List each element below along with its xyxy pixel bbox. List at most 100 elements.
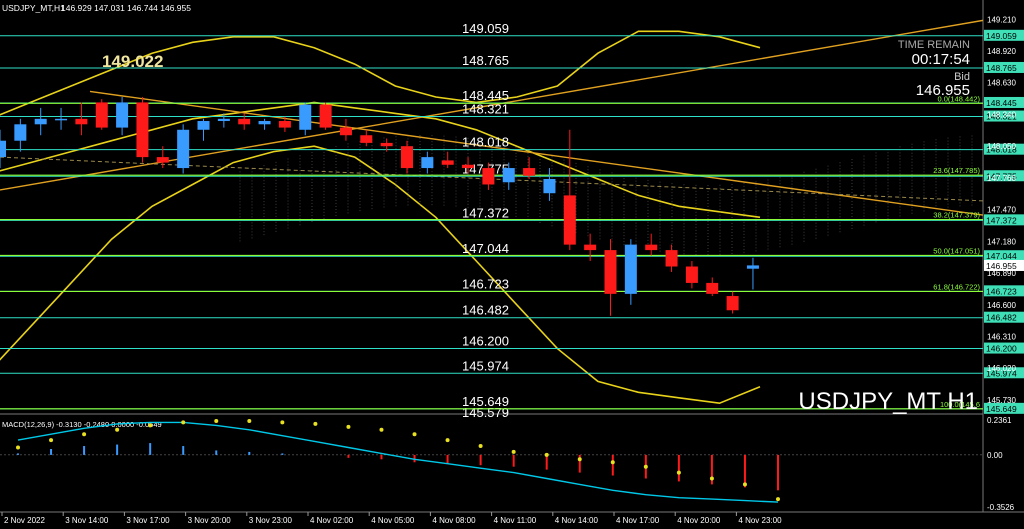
candle-body <box>14 124 27 141</box>
candle <box>95 99 108 130</box>
candle-body <box>685 266 698 283</box>
candle-body <box>401 146 413 169</box>
level-label: 145.974 <box>462 358 509 373</box>
candle-body <box>177 129 190 169</box>
macd-signal-dot <box>544 452 549 457</box>
fib-label: 61.8(146.722) <box>933 282 980 291</box>
macd-signal-dot <box>676 470 681 475</box>
macd-signal-dot <box>148 423 153 428</box>
candle-body <box>217 118 230 122</box>
price-axis-tick: 145.730 <box>987 396 1016 405</box>
time-label: 2 Nov 2022 <box>4 516 45 525</box>
candle-body <box>95 102 108 128</box>
level-label: 147.372 <box>462 205 509 220</box>
price-tag: 147.372 <box>984 214 1024 226</box>
time-label: 4 Nov 11:00 <box>494 516 537 525</box>
price-tag-text: 146.200 <box>986 344 1017 354</box>
price-tag: 146.723 <box>984 285 1024 297</box>
big-price-label: 149.022 <box>102 52 163 71</box>
macd-signal-dot <box>16 445 20 450</box>
candle-body <box>502 168 515 183</box>
price-tag-text: 146.723 <box>986 286 1017 296</box>
macd-axis-tick: 0.2361 <box>987 416 1012 425</box>
candle-body <box>360 135 373 143</box>
ohlc-info: 146.929 147.031 146.744 146.955 <box>61 3 191 13</box>
candle-body <box>116 102 129 128</box>
macd-label: MACD(12,26,9) -0.3130 -0.2480 0.0000 -0.… <box>2 420 162 429</box>
price-tag: 147.044 <box>984 250 1024 262</box>
candle-body <box>604 250 617 294</box>
price-tag: 148.445 <box>984 96 1024 108</box>
price-axis-tick: 147.180 <box>987 237 1016 246</box>
price-tag: 146.482 <box>984 311 1024 323</box>
candle-body <box>584 244 597 251</box>
macd-signal-dot <box>511 449 516 454</box>
current-price-tag: 146.955 <box>984 259 1024 271</box>
candle-body <box>523 168 536 176</box>
time-label: 3 Nov 14:00 <box>65 516 109 525</box>
macd-signal-dot <box>379 427 384 432</box>
price-axis-tick: 146.600 <box>987 301 1016 310</box>
time-label: 4 Nov 17:00 <box>616 516 660 525</box>
candle-body <box>563 195 576 245</box>
candle-body <box>197 121 210 130</box>
price-axis-tick: 149.210 <box>987 15 1016 24</box>
time-remain-value: 00:17:54 <box>912 51 970 68</box>
macd-axis-tick: 0.00 <box>987 451 1003 460</box>
current-price-text: 146.955 <box>986 261 1017 271</box>
macd-signal-dot <box>742 482 747 487</box>
price-tag: 148.765 <box>984 61 1024 73</box>
fib-label: 50.0(147.051) <box>933 246 980 255</box>
macd-signal-dot <box>478 444 483 449</box>
candle-body <box>421 157 434 169</box>
time-label: 4 Nov 20:00 <box>677 516 721 525</box>
price-axis-tick: 148.630 <box>987 79 1016 88</box>
candle-body <box>441 160 454 165</box>
candle <box>319 102 332 130</box>
time-label: 3 Nov 17:00 <box>126 516 170 525</box>
macd-signal-dot <box>445 438 450 443</box>
candle-body <box>462 164 475 169</box>
candle-body <box>299 104 312 130</box>
price-axis-tick: 147.760 <box>987 174 1016 183</box>
price-tag-text: 148.445 <box>986 98 1017 108</box>
candle-body <box>278 121 291 128</box>
macd-signal-dot <box>643 464 648 469</box>
candle-body <box>75 118 88 125</box>
candle-body <box>645 244 658 251</box>
candle-body <box>339 127 352 136</box>
candle-body <box>624 244 637 294</box>
fib-label: 23.6(147.785) <box>933 166 980 175</box>
level-label: 149.059 <box>462 21 509 36</box>
time-label: 3 Nov 20:00 <box>188 516 232 525</box>
candle-body <box>156 157 169 163</box>
candle-body <box>319 104 332 128</box>
candle-body <box>238 118 251 125</box>
price-tag-text: 148.765 <box>986 63 1017 73</box>
price-tag-text: 149.059 <box>986 31 1017 41</box>
candle-body <box>543 178 556 194</box>
macd-signal-dot <box>214 418 219 423</box>
price-tag: 149.059 <box>984 29 1024 41</box>
macd-signal-dot <box>313 421 318 426</box>
level-label: 148.018 <box>462 135 509 150</box>
level-label: 146.200 <box>462 334 509 349</box>
fib-label: 38.2(147.379) <box>933 211 980 220</box>
macd-signal-dot <box>49 438 54 443</box>
time-label: 4 Nov 08:00 <box>432 516 476 525</box>
chart-canvas[interactable]: 149.059148.765148.445148.321148.018147.7… <box>0 0 1024 529</box>
symbol-watermark: USDJPY_MT H1 <box>798 388 978 415</box>
time-label: 4 Nov 23:00 <box>738 516 782 525</box>
price-tag-text: 145.649 <box>986 404 1017 414</box>
macd-signal-dot <box>610 460 615 465</box>
time-label: 4 Nov 02:00 <box>310 516 354 525</box>
time-label: 4 Nov 14:00 <box>555 516 599 525</box>
level-label: 145.579 <box>462 405 509 420</box>
candle-body <box>0 140 6 158</box>
time-remain-label: TIME REMAIN <box>898 39 970 51</box>
macd-signal-dot <box>709 476 714 481</box>
macd-signal-dot <box>776 497 780 502</box>
price-axis-tick: 146.310 <box>987 333 1016 342</box>
candle-body <box>706 282 719 294</box>
candle-body <box>482 168 495 185</box>
